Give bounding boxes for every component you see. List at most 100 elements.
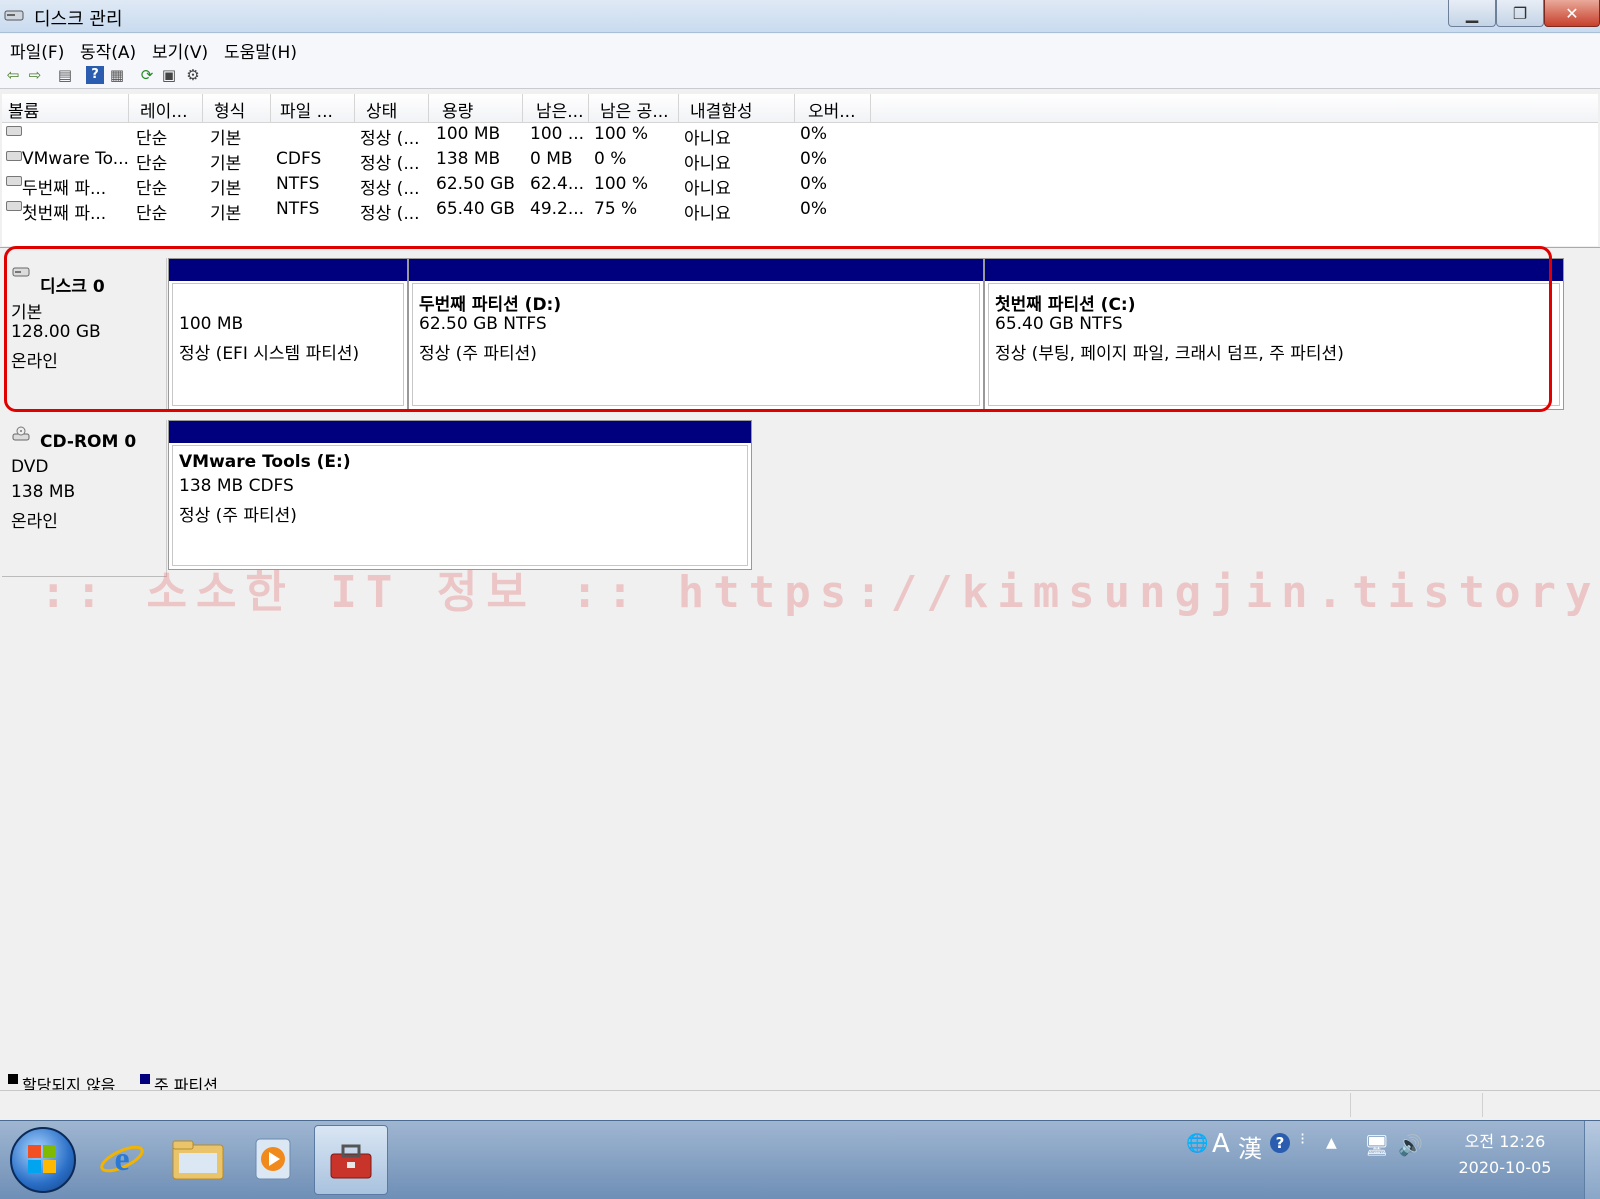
action-pane-icon[interactable]: ▦ (108, 66, 126, 84)
start-button[interactable] (10, 1127, 76, 1193)
primary-partition-bar (985, 259, 1563, 281)
cell-overhead: 0% (800, 199, 827, 219)
partition-size: 100 MB (179, 314, 244, 334)
cell-fault-tolerance: 아니요 (684, 179, 731, 199)
taskbar-media-player[interactable] (238, 1125, 310, 1193)
table-row[interactable]: VMware To... 단순 기본 CDFS 정상 (... 138 MB 0… (2, 149, 1598, 174)
status-bar (0, 1090, 1600, 1121)
disk-kind: 기본 (11, 303, 43, 323)
cell-free-percent: 75 % (594, 199, 638, 219)
col-type[interactable]: 형식 (214, 97, 245, 122)
col-overhead[interactable]: 오버... (808, 97, 856, 122)
toolbox-icon (330, 1144, 372, 1179)
cell-layout: 단순 (136, 129, 168, 149)
show-hidden-icons-arrow[interactable]: ▲ (1326, 1135, 1337, 1151)
cell-free-percent: 0 % (594, 149, 627, 169)
show-desktop-button[interactable] (1584, 1121, 1600, 1199)
clock-time: 오전 12:26 (1464, 1132, 1546, 1151)
settings-icon[interactable]: ⚙ (184, 66, 202, 84)
minimize-icon: ▁ (1465, 3, 1479, 23)
col-fault-tolerance[interactable]: 내결함성 (690, 97, 753, 122)
disk-0-info[interactable]: 디스크 0 기본 128.00 GB 온라인 (2, 258, 167, 410)
col-free-space[interactable]: 남은... (536, 97, 584, 122)
disk-state: 온라인 (11, 352, 58, 372)
volume-icon (6, 126, 22, 136)
window-title: 디스크 관리 (34, 9, 123, 30)
menu-view[interactable]: 보기(V) (152, 38, 208, 63)
disk-management-icon (4, 10, 24, 21)
table-row[interactable]: 단순 기본 정상 (... 100 MB 100 ... 100 % 아니요 0… (2, 124, 1598, 149)
menu-bar: 파일(F) 동작(A) 보기(V) 도움말(H) (0, 34, 1600, 63)
partition-efi[interactable]: 100 MB 정상 (EFI 시스템 파티션) (168, 258, 408, 410)
col-free-percent[interactable]: 남은 공... (600, 97, 669, 122)
partition-size: 65.40 GB NTFS (995, 314, 1123, 334)
hard-disk-icon (12, 267, 30, 277)
menu-action[interactable]: 동작(A) (80, 38, 136, 63)
cell-overhead: 0% (800, 174, 827, 194)
cell-type: 기본 (210, 154, 242, 174)
col-volume[interactable]: 볼륨 (8, 97, 39, 122)
legend: 할당되지 않음 주 파티션 (0, 1070, 1600, 1095)
unallocated-swatch (8, 1074, 18, 1084)
cell-overhead: 0% (800, 124, 827, 144)
forward-icon[interactable]: ⇨ (26, 66, 44, 84)
taskbar-clock[interactable]: 오전 12:26 2020-10-05 (1450, 1129, 1560, 1181)
cell-filesystem: NTFS (276, 174, 320, 194)
disk-name: 디스크 0 (40, 277, 105, 297)
col-status[interactable]: 상태 (366, 97, 397, 122)
close-icon: ✕ (1565, 3, 1579, 23)
cell-filesystem: NTFS (276, 199, 320, 219)
restore-button[interactable]: ❐ (1496, 0, 1544, 27)
network-globe-icon[interactable]: 🌐 (1186, 1133, 1208, 1154)
col-capacity[interactable]: 용량 (442, 97, 473, 122)
col-filesystem[interactable]: 파일 ... (280, 97, 333, 122)
partition-size: 138 MB CDFS (179, 476, 294, 496)
minimize-button[interactable]: ▁ (1448, 0, 1496, 27)
disk-graphical-view: 디스크 0 기본 128.00 GB 온라인 100 MB 정상 (EFI 시스… (0, 246, 1600, 1088)
menu-file[interactable]: 파일(F) (10, 38, 64, 63)
cell-free-space: 0 MB (530, 149, 573, 169)
cell-type: 기본 (210, 129, 242, 149)
col-layout[interactable]: 레이... (140, 97, 188, 122)
cell-layout: 단순 (136, 154, 168, 174)
help-icon[interactable]: ? (86, 66, 104, 84)
cell-fault-tolerance: 아니요 (684, 129, 731, 149)
primary-partition-bar (169, 421, 751, 443)
ime-options-icon[interactable]: ⁝ (1300, 1129, 1305, 1148)
console-tree-icon[interactable]: ▤ (56, 66, 74, 84)
cell-free-space: 62.4... (530, 174, 585, 194)
partition-d[interactable]: 두번째 파티션 (D:) 62.50 GB NTFS 정상 (주 파티션) (408, 258, 984, 410)
cell-type: 기본 (210, 204, 242, 224)
partition-c[interactable]: 첫번째 파티션 (C:) 65.40 GB NTFS 정상 (부팅, 페이지 파… (984, 258, 1564, 410)
primary-partition-bar (169, 259, 407, 281)
network-icon[interactable]: 🖥 (1364, 1133, 1389, 1157)
cdrom-0-info[interactable]: CD-ROM 0 DVD 138 MB 온라인 (2, 420, 167, 577)
cell-status: 정상 (... (360, 179, 420, 199)
volume-speaker-icon[interactable]: 🔊 (1398, 1133, 1423, 1157)
cell-free-percent: 100 % (594, 174, 649, 194)
refresh-icon[interactable]: ⟳ (138, 66, 156, 84)
taskbar-explorer[interactable] (162, 1125, 234, 1193)
cdrom-icon (12, 426, 30, 441)
properties-icon[interactable]: ▣ (160, 66, 178, 84)
taskbar-internet-explorer[interactable]: e (86, 1125, 158, 1193)
partition-status: 정상 (EFI 시스템 파티션) (179, 344, 360, 364)
partition-status: 정상 (주 파티션) (419, 344, 537, 364)
ime-help-icon[interactable]: ? (1270, 1133, 1290, 1153)
taskbar: e 🌐 A 漢 ? ⁝ ▲ 🖥 🔊 오전 12:26 2020-10-05 (0, 1120, 1600, 1199)
ime-mode[interactable]: 漢 (1238, 1129, 1262, 1164)
back-icon[interactable]: ⇦ (4, 66, 22, 84)
taskbar-disk-management[interactable] (314, 1125, 388, 1195)
clock-date: 2020-10-05 (1458, 1158, 1552, 1177)
cell-status: 정상 (... (360, 129, 420, 149)
volume-table: 볼륨 레이... 형식 파일 ... 상태 용량 남은... 남은 공... 내… (2, 94, 1598, 246)
partition-e[interactable]: VMware Tools (E:) 138 MB CDFS 정상 (주 파티션) (168, 420, 752, 570)
menu-help[interactable]: 도움말(H) (224, 38, 297, 63)
table-row[interactable]: 두번째 파... 단순 기본 NTFS 정상 (... 62.50 GB 62.… (2, 174, 1598, 199)
cell-volume: VMware To... (22, 149, 129, 169)
disk-0-row: 디스크 0 기본 128.00 GB 온라인 100 MB 정상 (EFI 시스… (2, 246, 1568, 412)
ime-language[interactable]: A (1212, 1129, 1230, 1159)
close-button[interactable]: ✕ (1544, 0, 1600, 27)
partition-title: 두번째 파티션 (D:) (419, 295, 562, 315)
table-row[interactable]: 첫번째 파... 단순 기본 NTFS 정상 (... 65.40 GB 49.… (2, 199, 1598, 224)
